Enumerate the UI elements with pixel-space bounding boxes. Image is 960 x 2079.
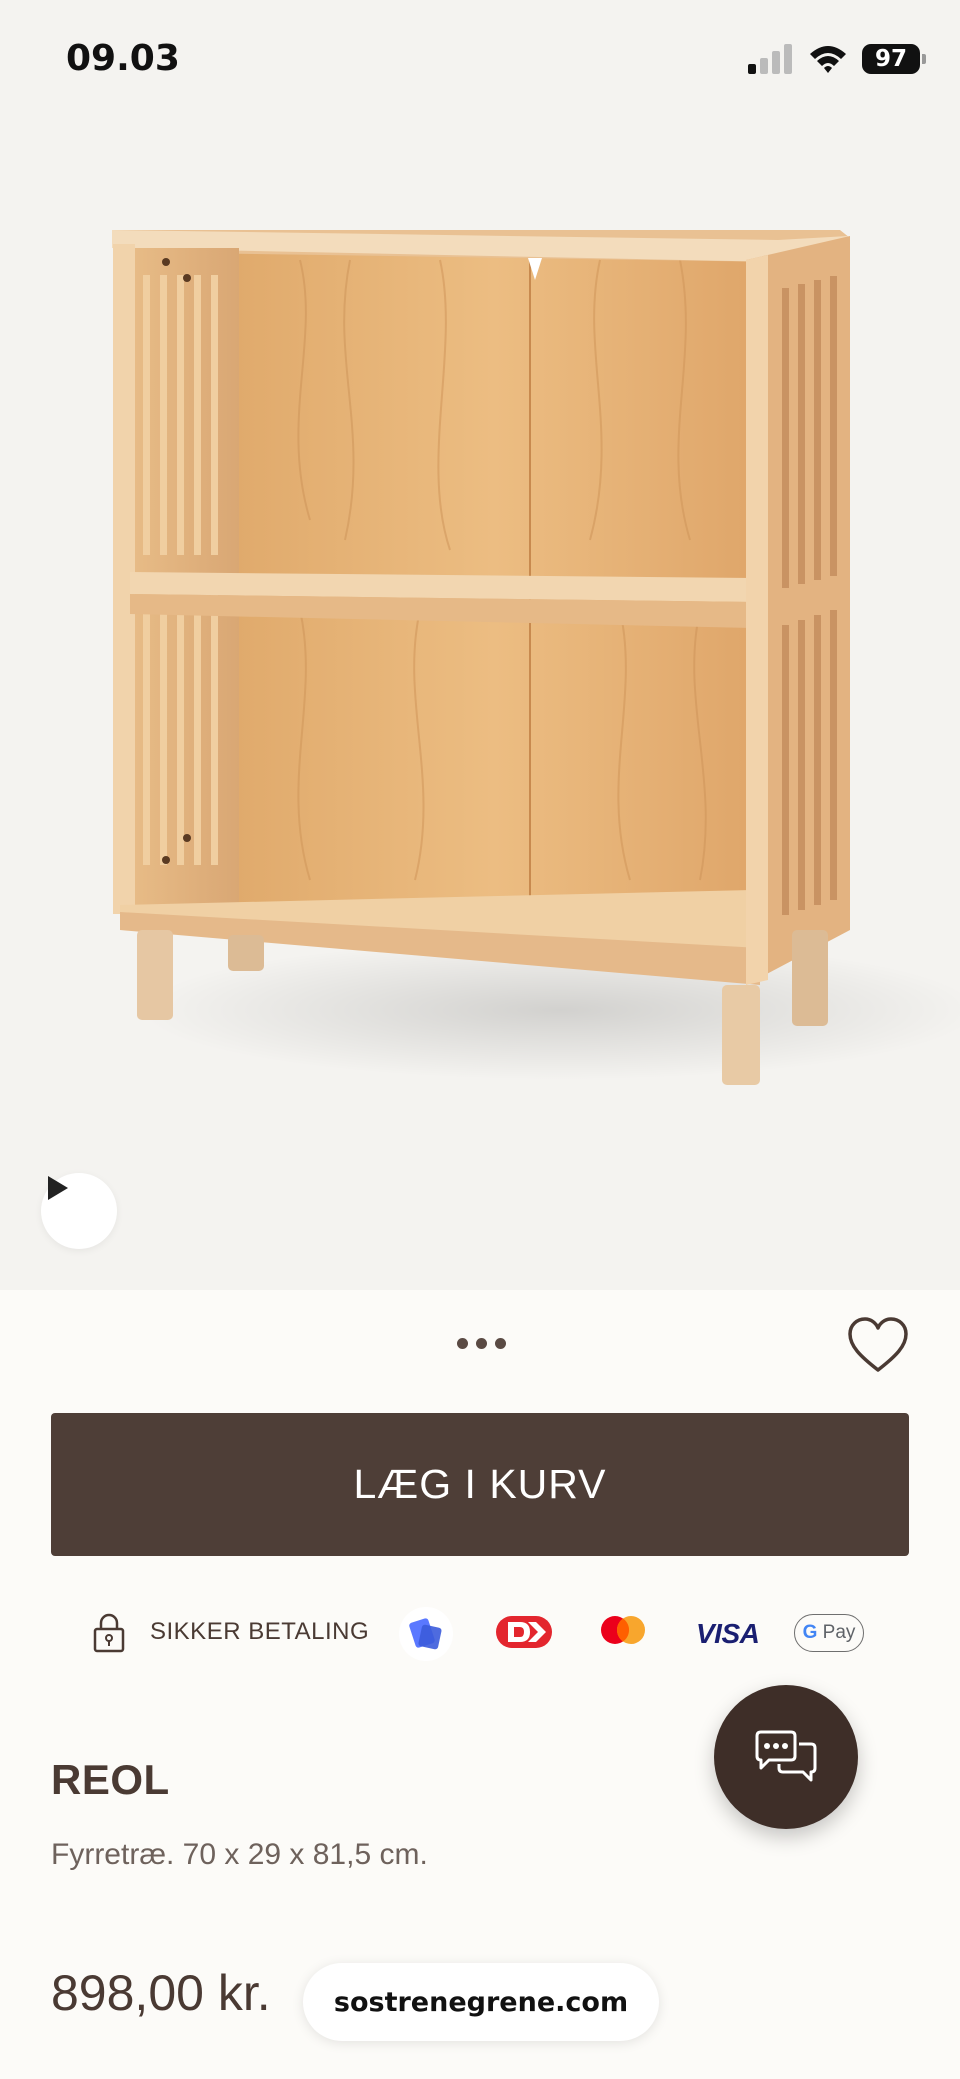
secure-payment-row: SIKKER BETALING VISA G Pay [0, 1604, 960, 1664]
heart-icon [848, 1317, 908, 1372]
battery-indicator: 97 [862, 44, 926, 74]
product-description: Fyrretræ. 70 x 29 x 81,5 cm. [51, 1838, 428, 1871]
product-name: REOL [51, 1756, 170, 1803]
bookshelf-image [112, 230, 960, 1085]
more-dots-icon[interactable] [457, 1338, 506, 1349]
status-time: 09.03 [66, 38, 180, 79]
play-icon [48, 1176, 68, 1200]
product-price: 898,00 kr. [51, 1965, 271, 2021]
status-bar: 09.03 97 [0, 0, 960, 110]
secure-payment-label: SIKKER BETALING [150, 1618, 370, 1645]
product-image-area[interactable] [0, 0, 960, 1290]
browser-url-bar[interactable]: sostrenegrene.com [303, 1963, 659, 2041]
chat-button[interactable] [714, 1685, 858, 1829]
wifi-icon [810, 46, 846, 73]
lock-icon [93, 1613, 125, 1653]
chat-bubbles-icon [755, 1730, 817, 1782]
google-pay-text: Pay [822, 1622, 856, 1643]
dot [457, 1338, 468, 1349]
cellular-signal-icon [748, 44, 792, 74]
play-video-button[interactable] [41, 1173, 117, 1249]
google-pay-g: G [802, 1622, 818, 1643]
wishlist-button[interactable] [846, 1316, 910, 1374]
add-to-cart-button[interactable]: LÆG I KURV [51, 1413, 909, 1556]
dot [476, 1338, 487, 1349]
mastercard-icon [601, 1616, 645, 1644]
visa-icon: VISA [696, 1618, 760, 1649]
mobilepay-icon [399, 1607, 453, 1661]
google-pay-icon: G Pay [794, 1614, 864, 1652]
dot [495, 1338, 506, 1349]
dankort-icon [496, 1616, 552, 1648]
status-icons: 97 [748, 42, 926, 76]
